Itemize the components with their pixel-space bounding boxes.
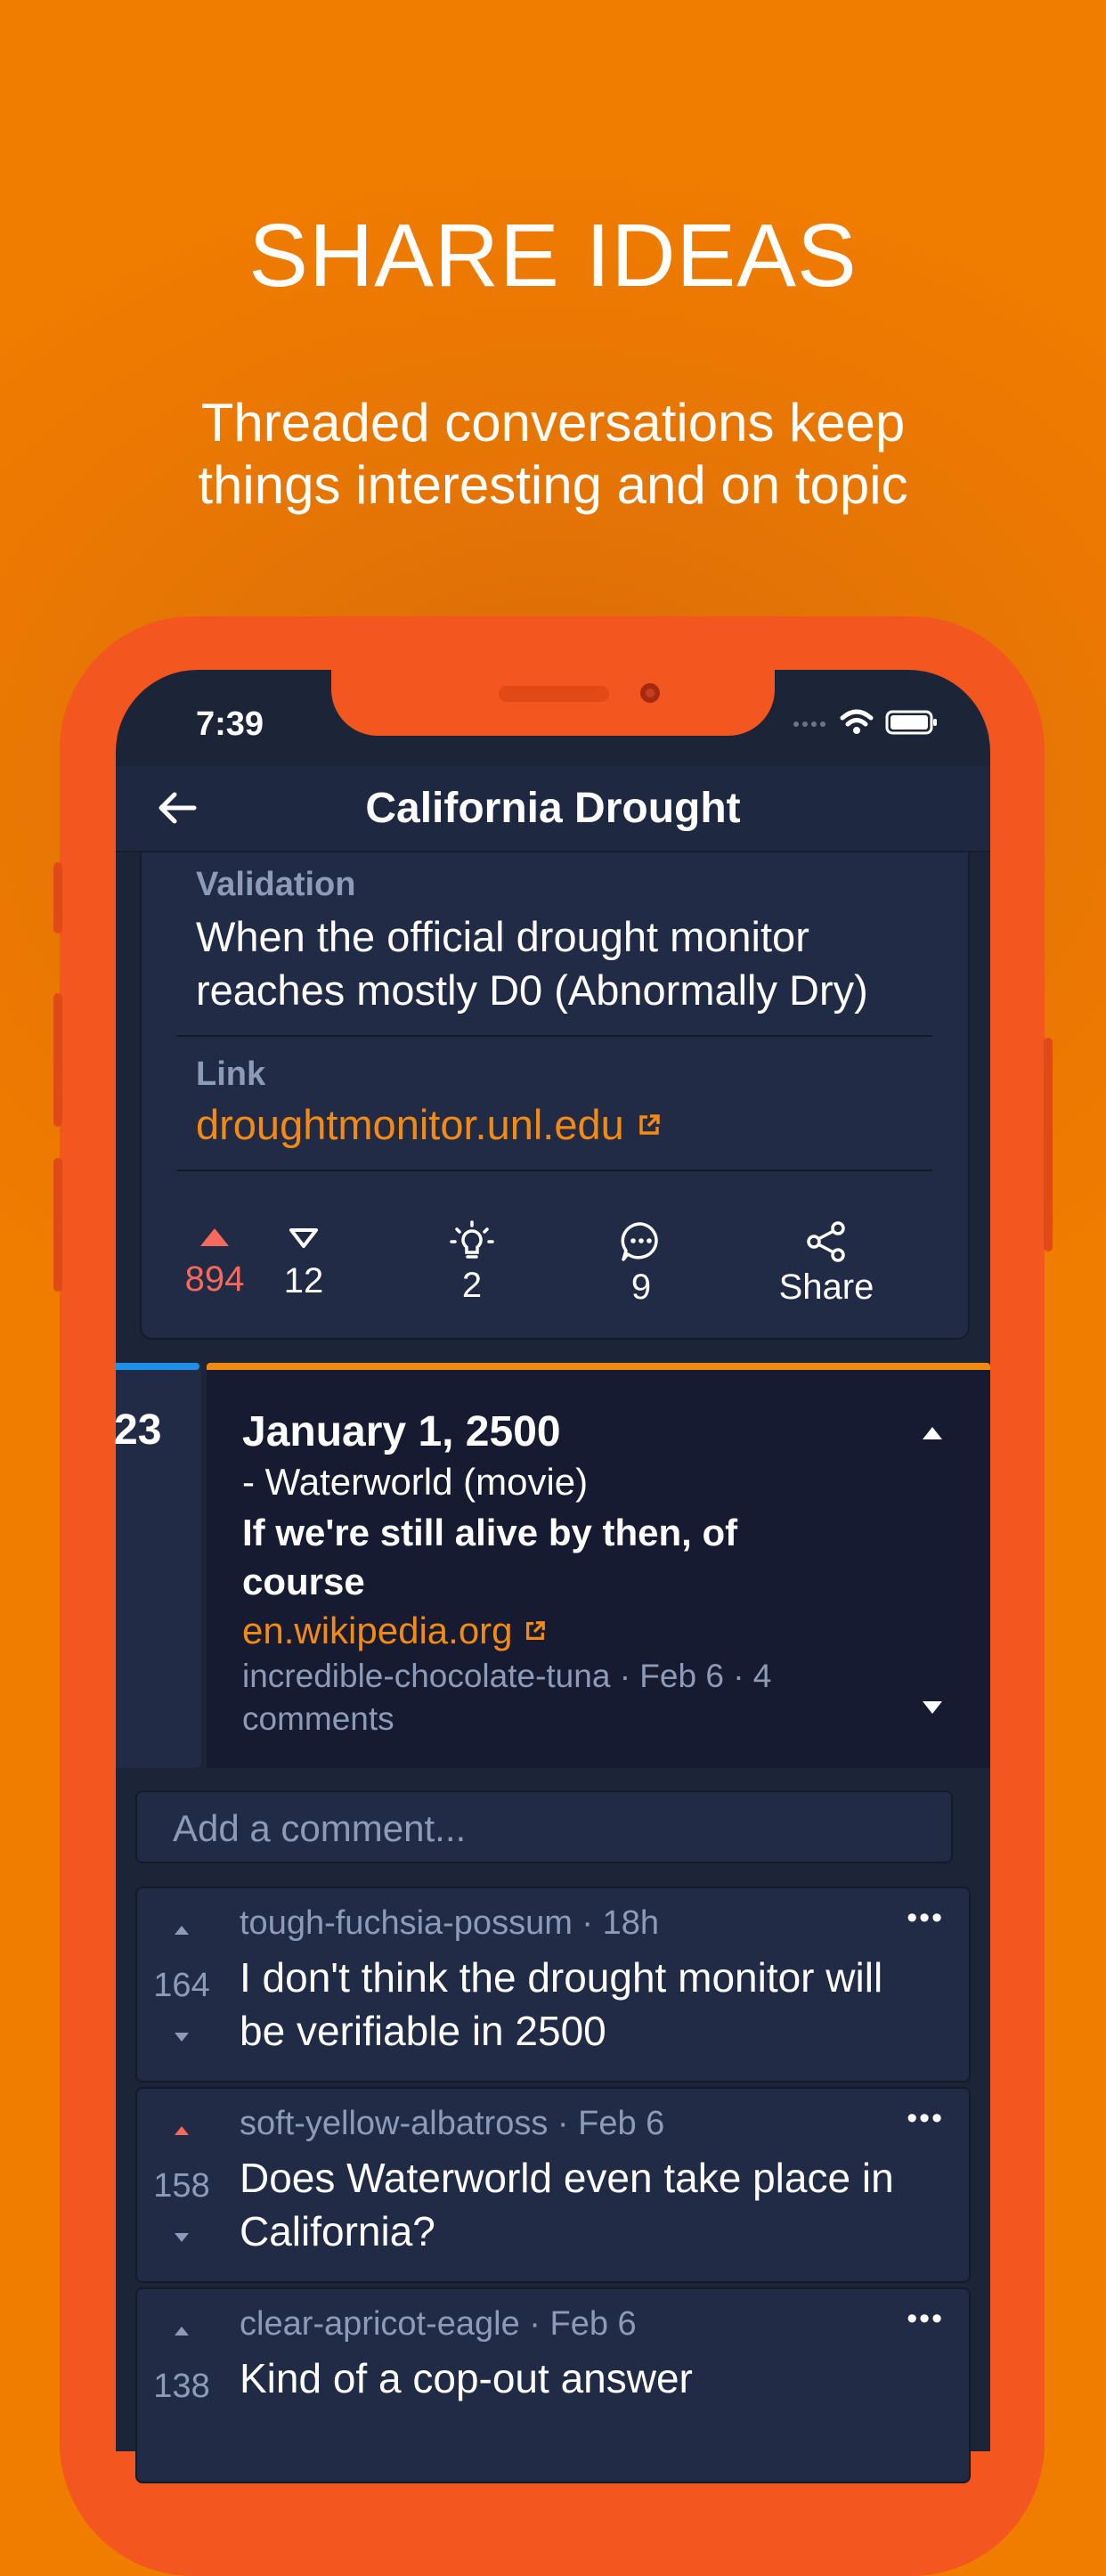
thread-accent-bar (207, 1363, 990, 1370)
downvote-button[interactable]: 12 (255, 1227, 353, 1301)
comment-vote-count: 164 (153, 1967, 210, 2004)
comment-text-line-1: Does Waterworld even take place in (240, 2155, 894, 2201)
source-link-text: droughtmonitor.unl.edu (196, 1101, 624, 1148)
more-icon[interactable]: ••• (907, 1901, 944, 1936)
comments-button[interactable]: 9 (592, 1220, 690, 1308)
status-icons (793, 709, 939, 736)
navigation-bar: California Drought (116, 766, 990, 851)
thread-link-text: en.wikipedia.org (242, 1610, 513, 1651)
comment-item: 164 tough-fuchsia-possum · 18h I don't t… (135, 1887, 971, 2083)
phone-speaker (499, 686, 609, 702)
page-title: California Drought (365, 785, 741, 832)
comment-text-line-2: be verifiable in 2500 (240, 2008, 606, 2054)
power-button (1044, 1038, 1053, 1251)
upvote-icon[interactable] (173, 2124, 191, 2137)
comment-vote-count: 138 (153, 2368, 210, 2405)
external-link-icon (525, 1621, 545, 1640)
phone-camera-lens (646, 689, 655, 697)
promo-headline: SHARE IDEAS (248, 206, 858, 306)
comment-item: 158 soft-yellow-albatross · Feb 6 Does W… (135, 2087, 971, 2283)
downvote-count: 12 (283, 1261, 324, 1300)
thread-note-line-1: If we're still alive by then, of (242, 1512, 738, 1553)
more-icon[interactable]: ••• (907, 2302, 944, 2336)
share-icon (807, 1221, 845, 1262)
thread-link[interactable]: en.wikipedia.org (242, 1610, 547, 1652)
comment-text: Does Waterworld even take place in Calif… (240, 2151, 943, 2258)
comment-item: 138 clear-apricot-eagle · Feb 6 Kind of … (135, 2287, 971, 2483)
ideas-button[interactable]: 2 (423, 1220, 521, 1306)
thread-upvote-icon[interactable] (921, 1425, 944, 1441)
wifi-icon (840, 709, 874, 734)
add-comment-input[interactable]: Add a comment... (135, 1790, 953, 1863)
previous-thread-bar (116, 1363, 199, 1370)
share-label: Share (778, 1268, 874, 1307)
comment-text: I don't think the drought monitor will b… (240, 1951, 943, 2058)
comment-text-line-1: Kind of a cop-out answer (240, 2355, 693, 2401)
signal-icon (793, 721, 825, 727)
comment-text-line-2: California? (240, 2208, 435, 2254)
comment-meta: tough-fuchsia-possum · 18h (240, 1904, 660, 1942)
prediction-card: Validation When the official drought mon… (140, 852, 970, 1340)
validation-text: When the official drought monitor reache… (196, 910, 944, 1017)
promo-subline-line-2: things interesting and on topic (198, 455, 908, 515)
upvote-icon[interactable] (173, 1924, 191, 1936)
comment-meta: soft-yellow-albatross · Feb 6 (240, 2105, 665, 2142)
upvote-count: 894 (184, 1259, 245, 1299)
comments-count: 9 (630, 1268, 652, 1307)
divider (177, 1170, 932, 1171)
comment-meta: clear-apricot-eagle · Feb 6 (240, 2305, 637, 2343)
silent-switch (53, 862, 62, 933)
phone-notch (331, 670, 775, 736)
comment-text-line-1: I don't think the drought monitor will (240, 1954, 883, 2001)
comment-icon (621, 1222, 658, 1261)
validation-text-line-2: reaches mostly D0 (Abnormally Dry) (196, 966, 868, 1014)
thread-note-line-2: course (242, 1561, 365, 1602)
more-icon[interactable]: ••• (907, 2101, 944, 2136)
downvote-icon[interactable] (173, 2231, 191, 2244)
validation-text-line-1: When the official drought monitor (196, 913, 809, 960)
comment-text: Kind of a cop-out answer (240, 2352, 943, 2405)
promo-subline-line-1: Threaded conversations keep (200, 393, 906, 452)
thread-note: If we're still alive by then, of course (242, 1508, 866, 1606)
status-time: 7:39 (196, 705, 264, 743)
validation-label: Validation (196, 866, 356, 903)
thread-card[interactable]: January 1, 2500 - Waterworld (movie) If … (207, 1363, 990, 1768)
thread-meta-line-1: incredible-chocolate-tuna · Feb 6 · 4 (242, 1658, 772, 1694)
link-label: Link (196, 1056, 266, 1093)
downvote-icon (289, 1228, 318, 1248)
thread-source: - Waterworld (movie) (242, 1461, 589, 1503)
source-link[interactable]: droughtmonitor.unl.edu (196, 1100, 662, 1149)
thread-title: January 1, 2500 (242, 1408, 561, 1455)
lightbulb-icon (450, 1220, 494, 1259)
divider (177, 1035, 932, 1037)
thread-downvote-icon[interactable] (921, 1700, 944, 1716)
upvote-button[interactable]: 894 (166, 1227, 264, 1300)
volume-up-button (53, 993, 62, 1127)
thread-meta-line-2: comments (242, 1700, 394, 1737)
volume-down-button (53, 1158, 62, 1292)
previous-thread-number: 23 (114, 1406, 162, 1454)
thread-meta: incredible-chocolate-tuna · Feb 6 · 4 co… (242, 1655, 883, 1740)
battery-icon (885, 710, 937, 735)
downvote-icon[interactable] (173, 2031, 191, 2043)
share-button[interactable]: Share (751, 1220, 902, 1308)
upvote-icon (200, 1228, 229, 1246)
promo-subline: Threaded conversations keep things inter… (0, 392, 1106, 517)
ideas-count: 2 (461, 1266, 483, 1305)
comment-vote-count: 158 (153, 2167, 210, 2205)
external-link-icon (639, 1113, 660, 1135)
upvote-icon[interactable] (173, 2325, 191, 2337)
